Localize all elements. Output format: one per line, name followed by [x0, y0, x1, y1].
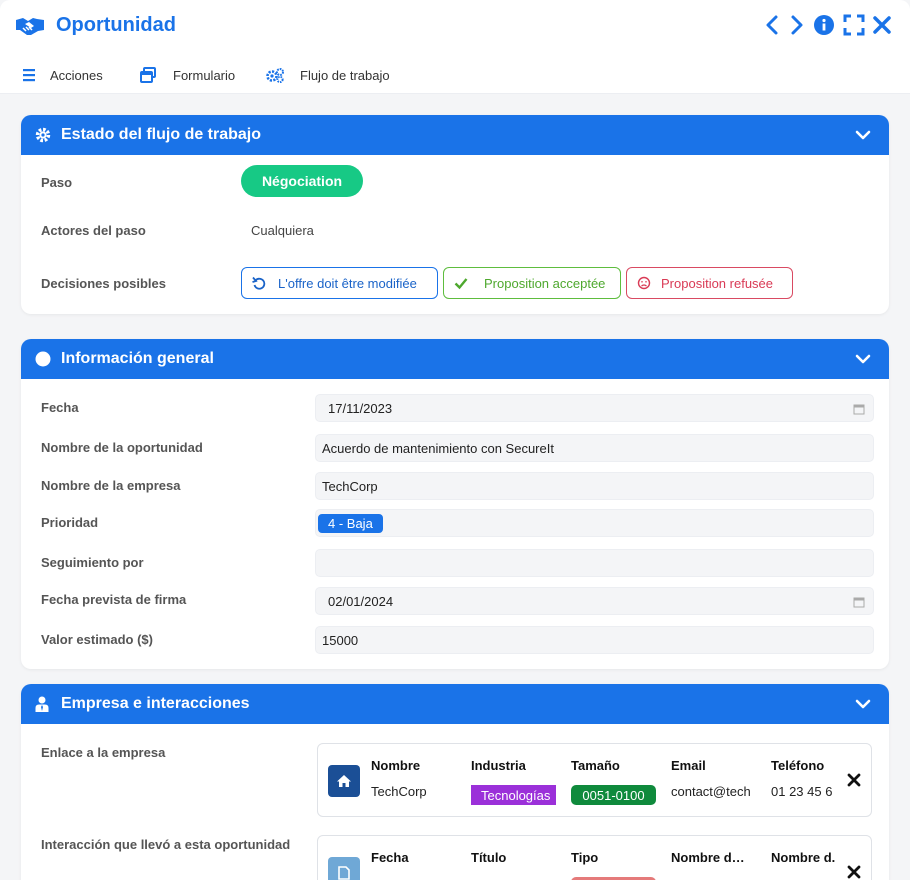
decision-refuse-button[interactable]: Proposition refusée [626, 267, 793, 299]
industry-tag: Tecnologías [471, 785, 556, 805]
priority-label: Prioridad [41, 515, 99, 530]
company-section-header[interactable]: Empresa e interacciones [21, 684, 889, 724]
chevron-down-icon[interactable] [855, 351, 871, 367]
remove-icon[interactable] [847, 773, 861, 787]
actions-label: Acciones [50, 67, 103, 83]
company-col-email-header: Email [671, 758, 706, 773]
expand-icon[interactable] [843, 14, 865, 36]
actors-value: Cualquiera [251, 223, 314, 238]
title-bar: Oportunidad [0, 0, 910, 54]
priority-field[interactable]: 4 - Baja [315, 509, 874, 537]
interaction-col-name2-header: Nombre d. [771, 850, 836, 865]
date-field[interactable]: 17/11/2023 [315, 394, 874, 422]
interaction-label: Interacción que llevó a esta oportunidad [41, 837, 291, 852]
sad-face-icon [637, 276, 651, 290]
date-value: 17/11/2023 [328, 400, 393, 416]
size-tag: 0051-0100 [571, 785, 656, 805]
interaction-col-type-header: Tipo [571, 850, 599, 865]
handshake-icon [16, 18, 44, 35]
decision-modify-label: L'offre doit être modifiée [278, 275, 417, 291]
calendar-icon[interactable] [853, 403, 865, 415]
estimated-value-value: 15000 [322, 632, 359, 648]
interaction-col-date-header: Fecha [371, 850, 409, 865]
decisions-label: Decisiones posibles [41, 276, 166, 291]
circle-icon [35, 351, 51, 367]
step-label: Paso [41, 175, 73, 190]
user-icon [35, 696, 49, 712]
interaction-card[interactable]: Fecha Título Tipo Nombre d… Nombre d. [317, 835, 872, 880]
chevron-right-icon[interactable] [785, 14, 807, 36]
workflow-section-title: Estado del flujo de trabajo [61, 126, 262, 143]
priority-tag: 4 - Baja [318, 513, 383, 533]
chevron-left-icon[interactable] [762, 14, 784, 36]
actors-label: Actores del paso [41, 223, 146, 238]
company-link-label: Enlace a la empresa [41, 745, 166, 760]
opportunity-name-label: Nombre de la oportunidad [41, 440, 203, 455]
decision-refuse-label: Proposition refusée [661, 275, 774, 291]
gear-icon [35, 127, 51, 143]
general-section: Información general Fecha 17/11/2023 Nom… [21, 339, 889, 669]
company-name-label: Nombre de la empresa [41, 478, 181, 493]
decision-accept-label: Proposition acceptée [484, 275, 606, 291]
company-col-name-header: Nombre [371, 758, 421, 773]
opportunity-name-field[interactable]: Acuerdo de mantenimiento con SecureIt [315, 434, 874, 462]
decision-modify-button[interactable]: L'offre doit être modifiée [241, 267, 438, 299]
document-icon [328, 857, 360, 880]
company-name-value: TechCorp [322, 478, 378, 494]
company-col-phone-header: Teléfono [771, 758, 825, 773]
chevron-down-icon[interactable] [855, 127, 871, 143]
window-title: Oportunidad [56, 14, 176, 36]
estimated-value-label: Valor estimado ($) [41, 632, 153, 647]
followed-by-field[interactable] [315, 549, 874, 577]
general-section-title: Información general [61, 350, 214, 367]
interaction-col-title-header: Título [471, 850, 507, 865]
workflow-section: Estado del flujo de trabajo Paso Négocia… [21, 115, 889, 314]
company-name-cell: TechCorp [371, 784, 427, 799]
check-icon [454, 278, 468, 290]
sign-date-field[interactable]: 02/01/2024 [315, 587, 874, 615]
company-col-size-header: Tamaño [571, 758, 620, 773]
close-icon[interactable] [871, 14, 893, 36]
company-card[interactable]: Nombre Industria Tamaño Email Teléfono T… [317, 743, 872, 817]
form-tab[interactable]: Formulario [140, 66, 235, 84]
email-cell: contact@tech [671, 784, 751, 799]
general-section-header[interactable]: Información general [21, 339, 889, 379]
form-label: Formulario [173, 67, 236, 83]
gears-icon [266, 68, 284, 83]
step-badge: Négociation [241, 165, 363, 197]
remove-icon[interactable] [847, 865, 861, 879]
opportunity-name-value: Acuerdo de mantenimiento con SecureIt [322, 440, 554, 456]
sign-date-value: 02/01/2024 [328, 593, 394, 609]
company-name-field[interactable]: TechCorp [315, 472, 874, 500]
followed-by-label: Seguimiento por [41, 555, 144, 570]
sign-date-label: Fecha prevista de firma [41, 592, 187, 607]
window-icon [140, 67, 156, 83]
actions-menu-button[interactable]: Acciones [22, 66, 103, 84]
chevron-down-icon[interactable] [855, 696, 871, 712]
date-label: Fecha [41, 400, 79, 415]
workflow-section-header[interactable]: Estado del flujo de trabajo [21, 115, 889, 155]
interaction-col-name1-header: Nombre d… [671, 850, 745, 865]
workflow-label: Flujo de trabajo [300, 67, 390, 83]
toolbar: Acciones Formulario Flujo de trabajo [0, 54, 910, 94]
decision-accept-button[interactable]: Proposition acceptée [443, 267, 621, 299]
estimated-value-field[interactable]: 15000 [315, 626, 874, 654]
undo-icon [252, 276, 266, 290]
hamburger-icon [23, 69, 35, 82]
workflow-tab[interactable]: Flujo de trabajo [265, 66, 390, 84]
home-icon [328, 765, 360, 797]
calendar-icon[interactable] [853, 596, 865, 608]
phone-cell: 01 23 45 6 [771, 784, 833, 799]
opportunity-window: Oportunidad Acciones Formulario Flujo de… [0, 0, 910, 880]
company-section: Empresa e interacciones Enlace a la empr… [21, 684, 889, 880]
info-icon[interactable] [813, 14, 835, 36]
company-section-title: Empresa e interacciones [61, 695, 250, 712]
company-col-industry-header: Industria [471, 758, 526, 773]
